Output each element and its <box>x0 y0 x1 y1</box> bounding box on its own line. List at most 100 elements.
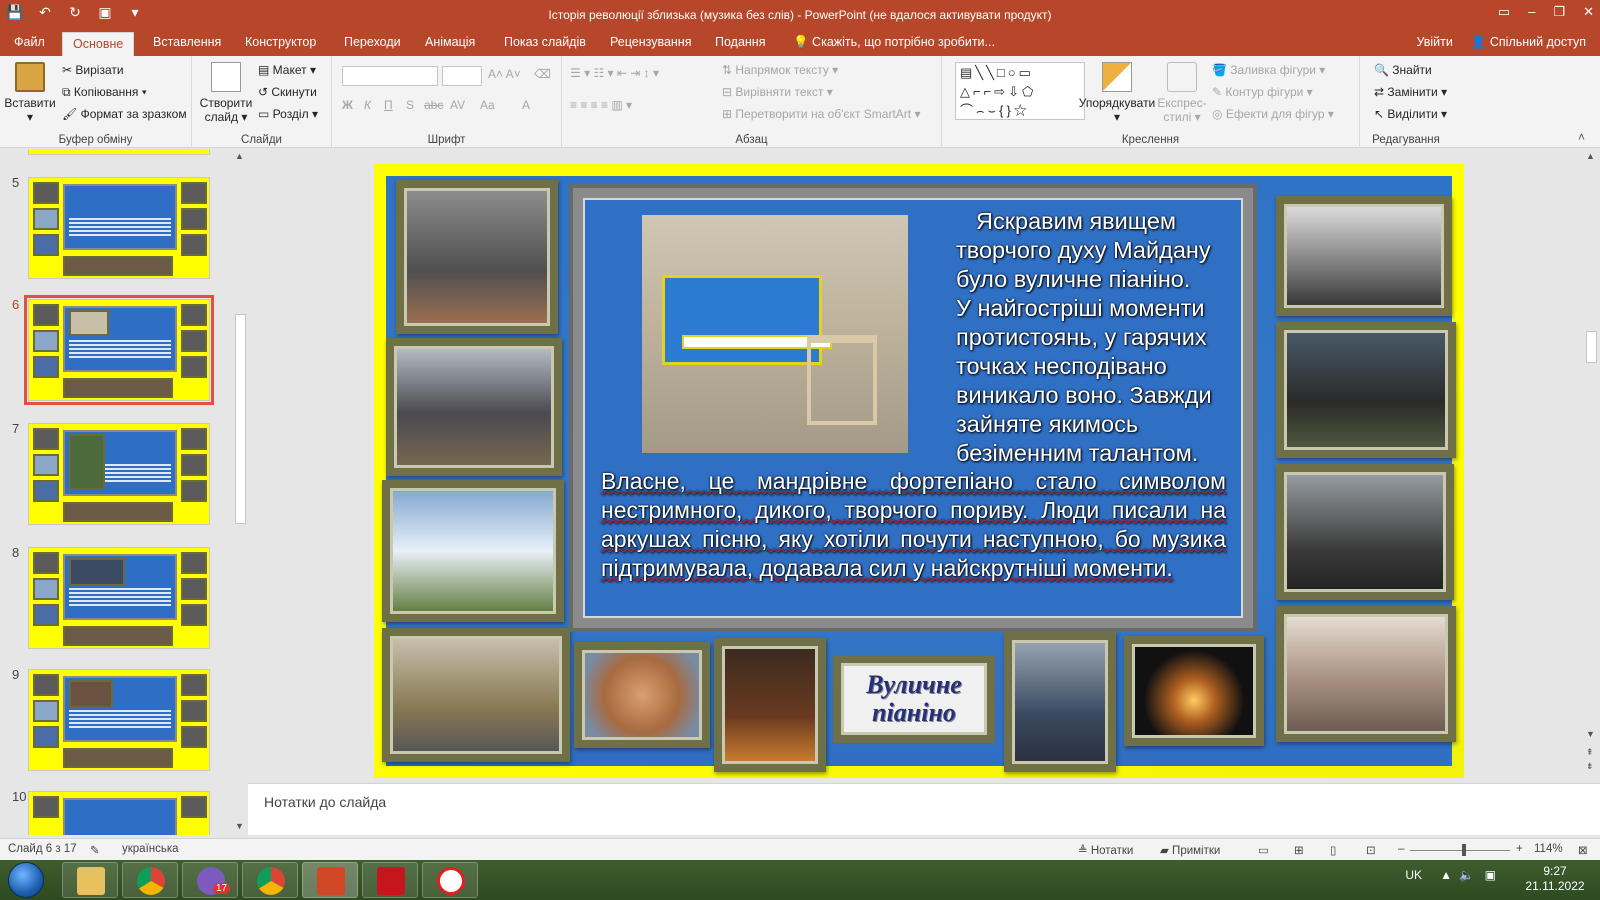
cut-button[interactable]: ✂ Вирізати <box>62 63 124 77</box>
scroll-down-icon[interactable]: ▼ <box>1586 729 1595 739</box>
select-button[interactable]: ↖ Виділити ▾ <box>1374 107 1447 121</box>
comments-toggle[interactable]: ▰ Примітки <box>1160 843 1220 857</box>
align-text-button[interactable]: ⊟ Вирівняти текст ▾ <box>722 85 833 99</box>
next-slide-icon[interactable]: ⇟ <box>1586 761 1594 772</box>
bullets-icon[interactable]: ☰ ▾ ☷ ▾ ⇤ ⇥ ↕ ▾ <box>570 66 659 80</box>
section-button[interactable]: ▭ Розділ ▾ <box>258 107 318 121</box>
clear-format-icon[interactable]: ⌫ <box>534 67 551 81</box>
taskbar-explorer[interactable] <box>62 862 118 898</box>
share-button[interactable]: 👤 Спільний доступ <box>1471 35 1586 50</box>
prev-slide-icon[interactable]: ⇞ <box>1586 747 1594 758</box>
slide-text-bottom[interactable]: Власне, це мандрівне фортепіано стало си… <box>601 467 1226 583</box>
font-name-combo[interactable] <box>342 66 438 86</box>
street-piano-photo[interactable] <box>642 215 908 453</box>
tab-insert[interactable]: Вставлення <box>153 35 221 49</box>
shape-outline-button[interactable]: ✎ Контур фігури ▾ <box>1212 85 1313 99</box>
new-slide-button[interactable]: Створити слайд ▾ <box>198 62 254 124</box>
maidan-smoke-photo[interactable] <box>396 180 558 334</box>
zoom-out-icon[interactable]: – <box>1398 843 1404 855</box>
italic-button[interactable]: К <box>364 98 371 112</box>
char-spacing-button[interactable]: AV <box>450 98 465 112</box>
font-color-button[interactable]: A <box>522 98 530 112</box>
shadow-button[interactable]: S <box>406 98 414 112</box>
zoom-in-icon[interactable]: + <box>1516 843 1523 855</box>
helmet-photo[interactable] <box>574 642 710 748</box>
reset-button[interactable]: ↺ Скинути <box>258 85 317 99</box>
clash-photo[interactable] <box>1276 322 1456 458</box>
shape-effects-button[interactable]: ◎ Ефекти для фігур ▾ <box>1212 107 1334 121</box>
tab-design[interactable]: Конструктор <box>245 35 316 49</box>
zoom-slider-knob[interactable] <box>1462 844 1466 856</box>
tab-home[interactable]: Основне <box>62 32 135 57</box>
strike-button[interactable]: abc <box>424 98 443 112</box>
notes-toggle[interactable]: ≜ Нотатки <box>1078 843 1133 857</box>
slide-text-top[interactable]: Яскравим явищем творчого духу Майдану бу… <box>956 207 1228 468</box>
taskbar-viber[interactable]: 17 <box>182 862 238 898</box>
volume-icon[interactable]: 🔈 <box>1459 868 1474 882</box>
shape-fill-button[interactable]: 🪣 Заливка фігури ▾ <box>1212 63 1325 77</box>
scroll-up-icon[interactable]: ▲ <box>1586 151 1595 161</box>
tab-slideshow[interactable]: Показ слайдів <box>504 35 586 49</box>
font-size-combo[interactable] <box>442 66 482 86</box>
underline-button[interactable]: П <box>384 98 393 112</box>
taskbar-chrome-2[interactable] <box>242 862 298 898</box>
text-direction-button[interactable]: ⇅ Напрямок тексту ▾ <box>722 63 838 77</box>
christmas-tree-photo[interactable] <box>386 338 562 476</box>
slideshow-view-icon[interactable]: ⊡ <box>1366 843 1376 857</box>
thumbnail-scrollbar[interactable]: ▲ ▼ <box>232 149 249 835</box>
font-grow-icon[interactable]: A˄ A˅ <box>488 67 521 81</box>
slide-scrollbar[interactable]: ▲ ▼ ⇞ ⇟ <box>1583 149 1600 777</box>
tab-animations[interactable]: Анімація <box>425 35 475 49</box>
signin-link[interactable]: Увійти <box>1416 35 1452 50</box>
thumbnail-slide-10[interactable] <box>28 791 210 835</box>
tab-view[interactable]: Подання <box>715 35 765 49</box>
maximize-button[interactable]: ❐ <box>1553 4 1565 20</box>
network-icon[interactable]: ▣ <box>1485 868 1496 882</box>
thumbnail-slide-8[interactable] <box>28 547 210 649</box>
scroll-up-icon[interactable]: ▲ <box>235 151 244 161</box>
layout-button[interactable]: ▤ Макет ▾ <box>258 63 316 77</box>
tray-arrow-icon[interactable]: ▲ <box>1440 868 1452 882</box>
candles-photo[interactable] <box>1124 636 1264 746</box>
piano-barricade-photo[interactable] <box>1276 196 1452 316</box>
align-icons[interactable]: ≡ ≡ ≡ ≡ ▥ ▾ <box>570 98 632 112</box>
scroll-down-icon[interactable]: ▼ <box>235 821 244 831</box>
replace-button[interactable]: ⇄ Замінити ▾ <box>1374 85 1447 99</box>
paste-button[interactable]: Вставити ▾ <box>4 62 56 124</box>
zoom-slider[interactable] <box>1410 844 1510 856</box>
language-indicator[interactable]: українська <box>122 843 179 855</box>
arrange-button[interactable]: Упорядкувати ▾ <box>1078 62 1156 124</box>
normal-view-icon[interactable]: ▭ <box>1258 843 1269 857</box>
close-button[interactable]: ✕ <box>1583 4 1594 20</box>
tab-file[interactable]: Файл <box>14 35 45 49</box>
format-painter-button[interactable]: 🖌 Формат за зразком <box>62 107 187 121</box>
thumbnail-slide-6[interactable] <box>24 295 214 405</box>
caption-box[interactable]: Вуличне піаніно <box>833 655 995 743</box>
notes-pane[interactable]: Нотатки до слайда <box>248 783 1600 835</box>
monastery-photo[interactable] <box>382 480 564 622</box>
thumbnail-slide-9[interactable] <box>28 669 210 771</box>
convert-smartart-button[interactable]: ⊞ Перетворити на об'єкт SmartArt ▾ <box>722 107 920 121</box>
tents-photo[interactable] <box>382 628 570 762</box>
spellcheck-icon[interactable]: ✎ <box>90 843 100 857</box>
thumbnail-slide-5[interactable] <box>28 177 210 279</box>
burning-street-photo[interactable] <box>1276 464 1454 600</box>
start-button[interactable] <box>8 862 44 898</box>
input-language[interactable]: UK <box>1405 868 1422 882</box>
copy-button[interactable]: ⧉ Копіювання ▾ <box>62 85 147 100</box>
minimize-button[interactable]: – <box>1528 4 1535 20</box>
slide-scroll-thumb[interactable] <box>1586 331 1597 363</box>
fit-to-window-icon[interactable]: ⊠ <box>1578 843 1588 857</box>
fire-photo[interactable] <box>714 638 826 772</box>
taskbar-chrome[interactable] <box>122 862 178 898</box>
thumbnail-slide-7[interactable] <box>28 423 210 525</box>
tell-me-box[interactable]: 💡 Скажіть, що потрібно зробити... <box>793 35 995 50</box>
quick-styles-button[interactable]: Експрес-стилі ▾ <box>1154 62 1210 124</box>
find-button[interactable]: 🔍 Знайти <box>1374 63 1432 77</box>
thumbnail-scroll-thumb[interactable] <box>235 314 246 524</box>
zoom-level[interactable]: 114% <box>1534 843 1563 855</box>
collapse-ribbon-icon[interactable]: ˄ <box>1578 130 1585 144</box>
thumbnail-partial[interactable] <box>28 149 210 155</box>
change-case-button[interactable]: Aa <box>480 98 495 112</box>
ribbon-display-icon[interactable]: ▭ <box>1498 4 1510 20</box>
